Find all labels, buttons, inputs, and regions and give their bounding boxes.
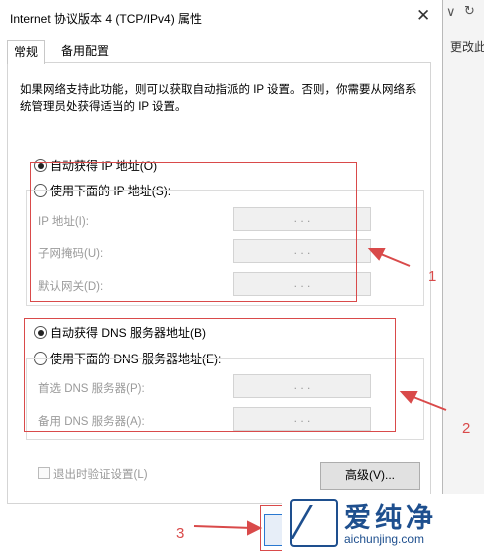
annotation-label-2: 2: [462, 420, 471, 437]
tab-general[interactable]: 常规: [7, 40, 46, 64]
watermark-logo-icon: [290, 499, 338, 547]
annotation-arrowhead-2: [399, 391, 418, 404]
annotation-label-1: 1: [428, 268, 437, 285]
watermark-text: 爱纯净: [344, 503, 437, 533]
annotation-label-3: 3: [176, 525, 185, 542]
watermark: 爱纯净 aichunjing.com: [282, 494, 484, 554]
watermark-url: aichunjing.com: [344, 532, 425, 546]
annotation-arrow-3: [193, 525, 253, 529]
annotation-arrowhead-1: [367, 248, 386, 261]
annotation-arrowhead-3: [247, 520, 263, 536]
annotation-arrows: [193, 248, 447, 536]
